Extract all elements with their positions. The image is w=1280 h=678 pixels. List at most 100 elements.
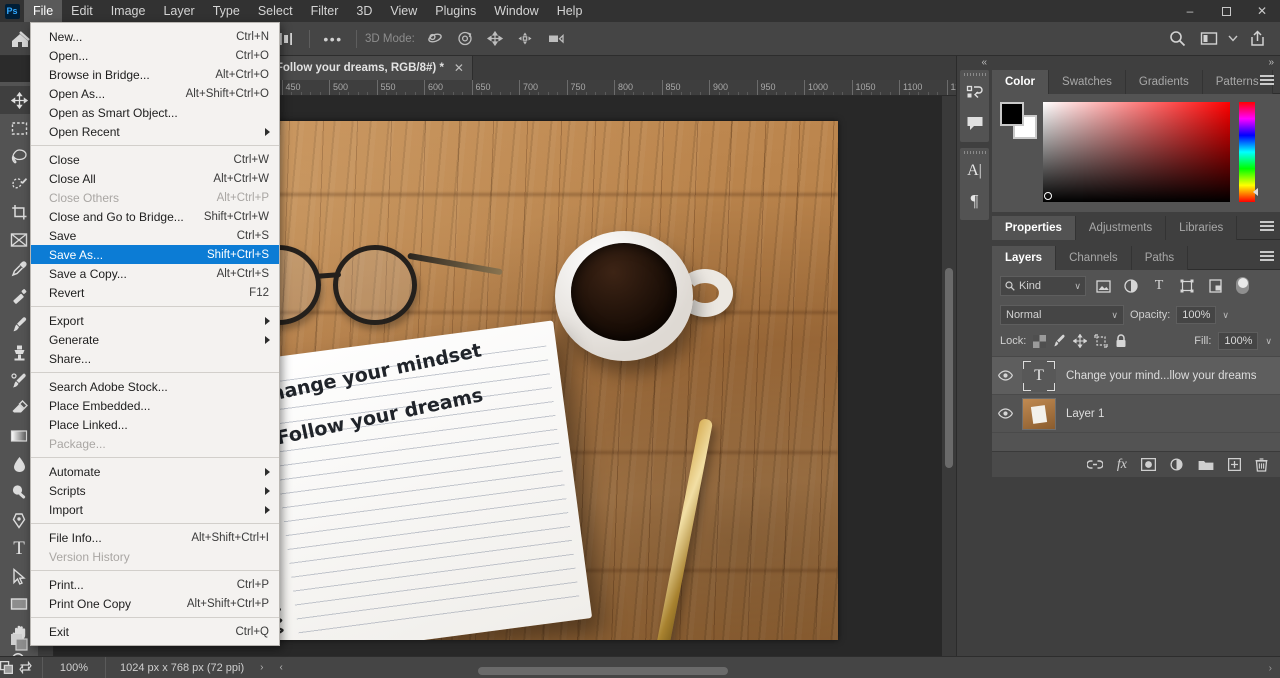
slide-3d-icon[interactable] — [513, 26, 539, 52]
file-menu-item-browse-in-bridge[interactable]: Browse in Bridge... Alt+Ctrl+O — [31, 65, 279, 84]
add-layer-mask-icon[interactable] — [1141, 458, 1156, 471]
file-menu-item-place-embedded[interactable]: Place Embedded... — [31, 396, 279, 415]
menu-image[interactable]: Image — [102, 0, 155, 22]
status-expand-icon[interactable]: › — [260, 662, 263, 673]
layer-visibility-eye-icon[interactable] — [998, 370, 1022, 381]
layer-visibility-eye-icon[interactable] — [998, 408, 1022, 419]
file-menu-item-print-one-copy[interactable]: Print One Copy Alt+Shift+Ctrl+P — [31, 594, 279, 613]
opacity-value[interactable]: 100% — [1176, 306, 1217, 324]
shape-layers-filter-icon[interactable] — [1176, 276, 1198, 296]
fill-value[interactable]: 100% — [1218, 332, 1259, 350]
close-icon[interactable]: ✕ — [454, 61, 464, 75]
file-menu-item-revert[interactable]: Revert F12 — [31, 283, 279, 302]
fill-chevron-icon[interactable]: ∨ — [1265, 336, 1272, 347]
scrollbar-thumb[interactable] — [945, 268, 953, 468]
layer-row[interactable]: Layer 1 — [992, 395, 1280, 433]
zoom-level[interactable]: 100% — [42, 656, 106, 678]
orbit-3d-icon[interactable] — [423, 26, 449, 52]
type-layers-filter-icon[interactable]: T — [1148, 276, 1170, 296]
foreground-color-swatch[interactable] — [1000, 102, 1024, 126]
panel-grip[interactable] — [960, 70, 989, 78]
canvas-horizontal-scrollbar[interactable] — [278, 667, 938, 675]
color-spectrum[interactable] — [1043, 102, 1230, 202]
panel-grip[interactable] — [960, 148, 989, 156]
file-menu-item-share[interactable]: Share... — [31, 349, 279, 368]
history-icon[interactable] — [960, 78, 989, 108]
tab-gradients[interactable]: Gradients — [1125, 70, 1203, 94]
pixel-layers-filter-icon[interactable] — [1092, 276, 1114, 296]
tab-libraries[interactable]: Libraries — [1166, 216, 1238, 240]
minimize-button[interactable]: – — [1172, 0, 1208, 22]
filter-toggle-switch[interactable] — [1236, 276, 1249, 296]
file-menu-item-file-info[interactable]: File Info... Alt+Shift+Ctrl+I — [31, 528, 279, 547]
tab-color[interactable]: Color — [992, 70, 1050, 94]
status-chevron-icon[interactable]: › — [1269, 663, 1272, 674]
opacity-chevron-icon[interactable]: ∨ — [1222, 310, 1229, 321]
menu-filter[interactable]: Filter — [302, 0, 348, 22]
tab-adjustments[interactable]: Adjustments — [1075, 216, 1167, 240]
lock-image-pixels-icon[interactable] — [1053, 334, 1066, 348]
layer-thumbnail[interactable] — [1022, 397, 1056, 430]
adjustment-layers-filter-icon[interactable] — [1120, 276, 1142, 296]
file-menu-item-open-as-smart-object[interactable]: Open as Smart Object... — [31, 103, 279, 122]
camera-3d-icon[interactable] — [543, 26, 569, 52]
menu-layer[interactable]: Layer — [154, 0, 203, 22]
maximize-button[interactable] — [1208, 0, 1244, 22]
scrollbar-thumb[interactable] — [478, 667, 728, 675]
new-group-icon[interactable] — [1198, 459, 1214, 471]
menu-plugins[interactable]: Plugins — [426, 0, 485, 22]
file-menu-item-save-a-copy[interactable]: Save a Copy... Alt+Ctrl+S — [31, 264, 279, 283]
file-menu-item-export[interactable]: Export — [31, 311, 279, 330]
menu-select[interactable]: Select — [249, 0, 302, 22]
expand-panels-icon[interactable]: » — [992, 56, 1280, 70]
file-menu-item-open[interactable]: Open... Ctrl+O — [31, 46, 279, 65]
file-menu-item-save[interactable]: Save Ctrl+S — [31, 226, 279, 245]
new-layer-icon[interactable] — [1228, 458, 1241, 471]
tab-layers[interactable]: Layers — [992, 246, 1057, 270]
file-menu-item-place-linked[interactable]: Place Linked... — [31, 415, 279, 434]
lock-all-icon[interactable] — [1115, 334, 1127, 348]
hue-slider-handle[interactable] — [1253, 188, 1258, 196]
tab-swatches[interactable]: Swatches — [1049, 70, 1126, 94]
file-menu-item-scripts[interactable]: Scripts — [31, 481, 279, 500]
layers-panel-menu-icon[interactable] — [1260, 251, 1274, 263]
smart-object-filter-icon[interactable] — [1204, 276, 1226, 296]
file-menu-item-save-as[interactable]: Save As... Shift+Ctrl+S — [31, 245, 279, 264]
canvas-vertical-scrollbar[interactable] — [942, 96, 956, 656]
file-menu-item-import[interactable]: Import — [31, 500, 279, 519]
close-button[interactable]: ✕ — [1244, 0, 1280, 22]
delete-layer-icon[interactable] — [1255, 457, 1268, 472]
file-menu-item-new[interactable]: New... Ctrl+N — [31, 27, 279, 46]
menu-edit[interactable]: Edit — [62, 0, 102, 22]
screen-mode-icon[interactable] — [0, 661, 19, 674]
new-adjustment-layer-icon[interactable] — [1170, 458, 1184, 471]
file-menu-item-open-recent[interactable]: Open Recent — [31, 122, 279, 141]
lock-position-icon[interactable] — [1073, 334, 1088, 348]
hue-slider[interactable] — [1239, 102, 1258, 202]
tab-paths[interactable]: Paths — [1131, 246, 1189, 270]
tab-properties[interactable]: Properties — [992, 216, 1076, 240]
file-menu-item-close[interactable]: Close Ctrl+W — [31, 150, 279, 169]
layer-filter-kind-select[interactable]: Kind ∨ — [1000, 276, 1086, 296]
menu-window[interactable]: Window — [485, 0, 547, 22]
file-menu-item-open-as[interactable]: Open As... Alt+Shift+Ctrl+O — [31, 84, 279, 103]
comments-icon[interactable] — [960, 108, 989, 138]
lock-transparent-pixels-icon[interactable] — [1033, 334, 1047, 348]
lock-artboard-icon[interactable] — [1094, 334, 1108, 348]
layer-thumbnail[interactable]: T — [1022, 359, 1056, 392]
roll-3d-icon[interactable] — [453, 26, 479, 52]
menu-view[interactable]: View — [381, 0, 426, 22]
menu-file[interactable]: File — [24, 0, 63, 22]
menu-type[interactable]: Type — [204, 0, 249, 22]
file-menu-item-search-adobe-stock[interactable]: Search Adobe Stock... — [31, 377, 279, 396]
menu-3d[interactable]: 3D — [347, 0, 381, 22]
layer-row[interactable]: T Change your mind...llow your dreams — [992, 357, 1280, 395]
layer-style-fx-icon[interactable]: fx — [1117, 457, 1127, 473]
paragraph-icon[interactable]: ¶ — [960, 186, 989, 216]
file-menu-item-close-and-go-to-bridge[interactable]: Close and Go to Bridge... Shift+Ctrl+W — [31, 207, 279, 226]
workspace-icon[interactable] — [1196, 26, 1222, 52]
color-panel-menu-icon[interactable] — [1260, 75, 1274, 87]
file-menu-item-generate[interactable]: Generate — [31, 330, 279, 349]
chevron-down-icon[interactable] — [1226, 26, 1240, 52]
swap-icon[interactable] — [19, 661, 38, 674]
